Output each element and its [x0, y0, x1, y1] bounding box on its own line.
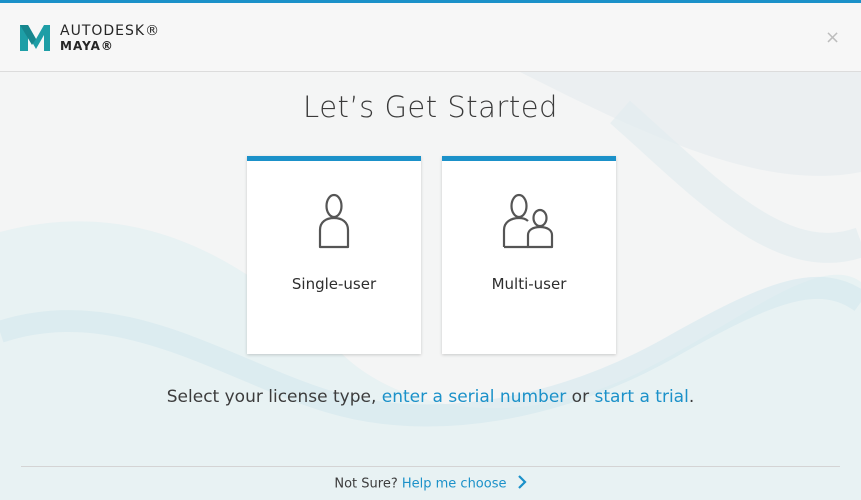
footer-divider — [21, 466, 840, 467]
chevron-right-icon[interactable] — [517, 475, 527, 493]
license-prefix-text: Select your license type, — [166, 387, 382, 407]
start-trial-link[interactable]: start a trial — [594, 387, 688, 407]
single-user-label: Single-user — [291, 275, 377, 293]
header-bar: AUTODESK® MAYA® × — [0, 3, 861, 72]
footer: Not Sure? Help me choose — [0, 475, 861, 493]
multi-user-card[interactable]: Multi-user — [442, 156, 616, 354]
maya-logo-icon — [20, 25, 50, 51]
license-instruction: Select your license type, enter a serial… — [0, 387, 861, 407]
autodesk-maya-logo: AUTODESK® MAYA® — [20, 23, 160, 55]
serial-number-link[interactable]: enter a serial number — [382, 387, 567, 407]
brand-autodesk: AUTODESK® — [60, 23, 161, 39]
not-sure-text: Not Sure? — [334, 476, 398, 492]
license-middle-text: or — [566, 387, 595, 407]
background-swirl — [0, 72, 861, 500]
page-title: Let’s Get Started — [303, 90, 558, 124]
multi-user-label: Multi-user — [491, 275, 567, 293]
license-suffix-text: . — [688, 387, 695, 407]
close-button[interactable]: × — [825, 29, 840, 47]
multi-user-icon — [442, 193, 616, 253]
single-user-icon — [247, 193, 421, 253]
brand-maya: MAYA® — [60, 39, 114, 53]
help-me-choose-link[interactable]: Help me choose — [402, 477, 507, 492]
single-user-card[interactable]: Single-user — [247, 156, 421, 354]
brand-text: AUTODESK® MAYA® — [60, 23, 160, 53]
